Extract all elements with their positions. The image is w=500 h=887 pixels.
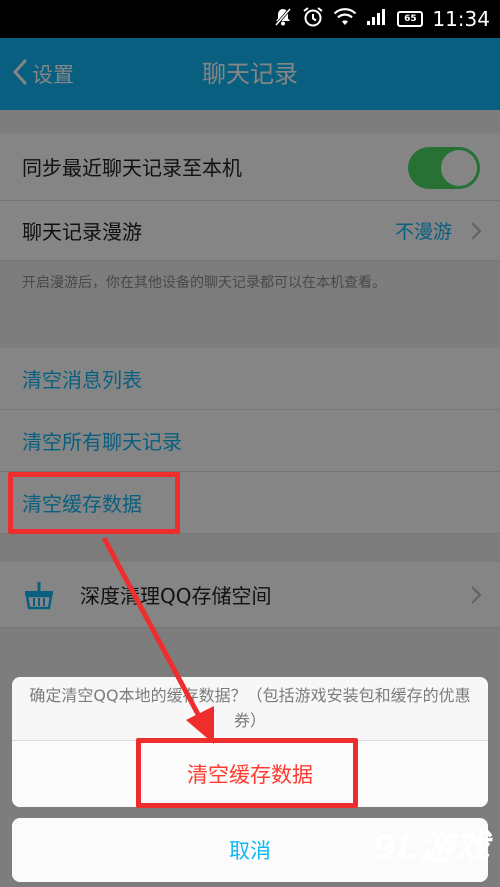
watermark-logo: 9L游戏 91danji.com [373, 829, 490, 881]
status-bar: 65 11:34 [0, 0, 500, 38]
signal-icon [366, 8, 388, 30]
no-notification-icon [273, 7, 293, 31]
annotation-highlight-confirm [136, 738, 358, 808]
clock: 11:34 [432, 7, 490, 31]
wifi-icon [333, 7, 357, 31]
watermark-domain: 91danji.com [394, 867, 469, 881]
alarm-icon [302, 6, 324, 32]
watermark-brand: 9L游戏 [372, 828, 490, 868]
annotation-highlight-clear-cache [8, 472, 180, 534]
battery-icon: 65 [397, 11, 424, 27]
action-sheet-message: 确定清空QQ本地的缓存数据？（包括游戏安装包和缓存的优惠券） [12, 677, 488, 741]
